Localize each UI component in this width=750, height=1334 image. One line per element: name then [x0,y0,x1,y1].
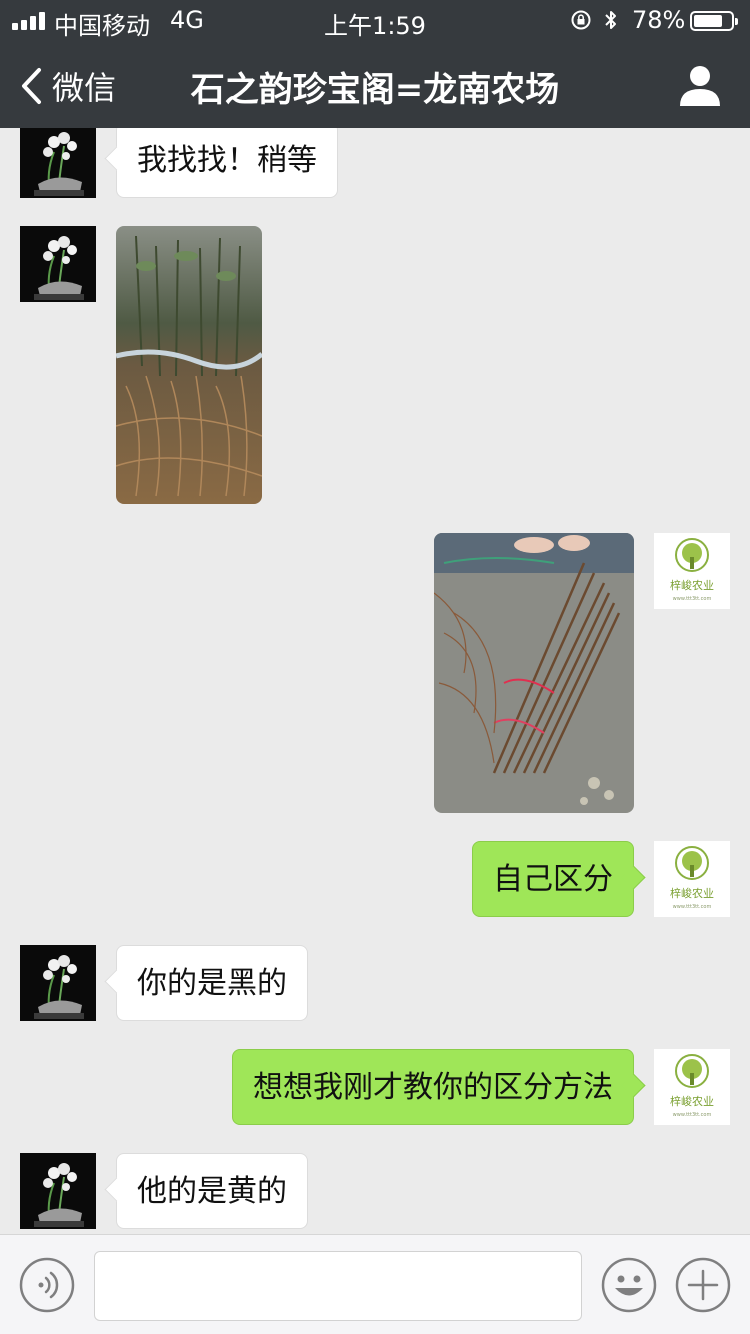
message-row [0,226,750,504]
message-row: 梓峻农业 www.ttt3tt.com [0,533,750,813]
company-logo-avatar: 梓峻农业 www.ttt3tt.com [654,1049,730,1125]
my-avatar[interactable]: 梓峻农业 www.ttt3tt.com [654,841,730,917]
status-bar: 中国移动 4G 上午1:59 78% [0,0,750,40]
outgoing-message[interactable]: 想想我刚才教你的区分方法 [232,1049,634,1125]
chevron-left-icon [22,68,41,104]
message-row: 他的是黄的 [0,1153,750,1229]
incoming-message[interactable]: 他的是黄的 [116,1153,308,1229]
more-button[interactable] [675,1257,731,1313]
contact-avatar[interactable] [20,226,96,302]
top-bar: 中国移动 4G 上午1:59 78% 微信 石之韵珍宝阁=龙南农场 [0,0,750,128]
battery-percent: 78% [632,6,686,34]
contact-avatar[interactable] [20,1153,96,1229]
message-row: 你的是黑的 [0,945,750,1021]
incoming-message[interactable]: 你的是黑的 [116,945,308,1021]
emoji-icon [615,1275,643,1296]
incoming-message[interactable]: 我找找！稍等 [116,128,338,198]
logo-url-text: www.ttt3tt.com [673,596,712,602]
contact-avatar[interactable] [20,945,96,1021]
battery-fill [694,15,723,27]
company-logo-avatar: 梓峻农业 www.ttt3tt.com [654,533,730,609]
input-bar [0,1234,750,1334]
back-button[interactable]: 微信 [18,64,116,108]
orchid-avatar-image [20,945,96,1021]
incoming-image-message[interactable] [116,226,262,504]
orchid-avatar-image [20,226,96,302]
outgoing-image-message[interactable] [434,533,634,813]
logo-text: 梓峻农业 [670,1094,714,1108]
chat-info-button[interactable] [678,64,722,106]
message-row: 自己区分 梓峻农业 www.ttt3tt.com [0,841,750,917]
outgoing-message[interactable]: 自己区分 [472,841,634,917]
plus-icon [687,1269,719,1301]
back-label: 微信 [52,69,117,107]
company-logo-avatar: 梓峻农业 www.ttt3tt.com [654,841,730,917]
my-avatar[interactable]: 梓峻农业 www.ttt3tt.com [654,533,730,609]
orchid-avatar-image [20,1153,96,1229]
contact-avatar[interactable] [20,128,96,198]
logo-text: 梓峻农业 [670,578,714,592]
bluetooth-icon [605,11,616,29]
seedling-photo [116,226,262,504]
logo-text: 梓峻农业 [670,886,714,900]
battery-icon [690,11,738,31]
orchid-avatar-image [20,128,96,198]
message-row: 我找找！稍等 [0,128,750,198]
message-list[interactable]: 我找找！稍等 梓峻农业 www.ttt3tt.com 自己区分 梓峻农业 www… [0,128,750,1234]
my-avatar[interactable]: 梓峻农业 www.ttt3tt.com [654,1049,730,1125]
rotation-lock-icon [571,10,591,30]
logo-url-text: www.ttt3tt.com [673,904,712,910]
logo-url-text: www.ttt3tt.com [673,1112,712,1118]
voice-icon [38,1271,59,1299]
bundled-seedlings-photo [434,533,634,813]
emoji-button[interactable] [601,1257,657,1313]
message-input[interactable] [94,1251,582,1321]
voice-button[interactable] [19,1257,75,1313]
message-row: 想想我刚才教你的区分方法 梓峻农业 www.ttt3tt.com [0,1049,750,1125]
chat-title: 石之韵珍宝阁=龙南农场 [190,70,560,110]
